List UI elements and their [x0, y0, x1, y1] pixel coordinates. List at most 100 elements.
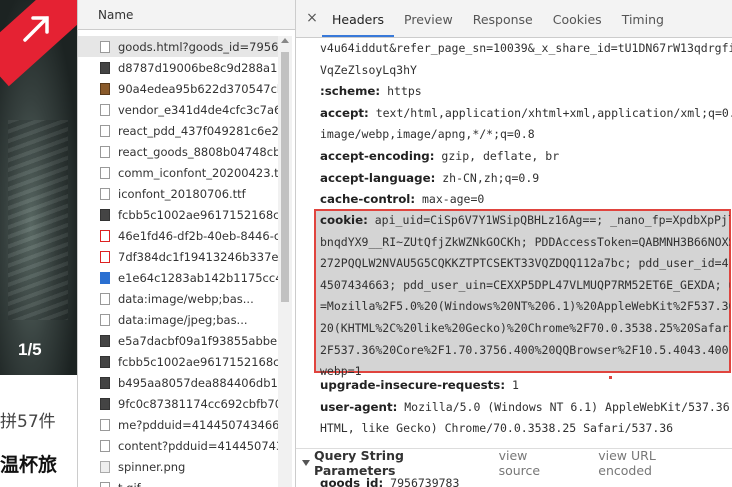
request-name: me?pdduid=4144507434663 [118, 417, 278, 432]
request-name: 9fc0c87381174cc692cbfb70db [118, 396, 278, 411]
header-value: max-age=0 [422, 192, 485, 207]
file-icon [100, 313, 110, 326]
expand-triangle-icon[interactable] [302, 459, 310, 466]
header-line: 20(KHTML%2C%20like%20Gecko)%20Chrome%2F7… [320, 318, 730, 340]
file-icon [100, 334, 110, 347]
request-row[interactable]: e1e64c1283ab142b1175cc4e9e [78, 267, 278, 288]
request-row[interactable]: content?pdduid=4144507434... [78, 435, 278, 456]
request-row[interactable]: iconfont_20180706.ttf [78, 183, 278, 204]
request-headers-top: v4u64iddut&refer_page_sn=10039&_x_share_… [320, 38, 732, 211]
tab-response[interactable]: Response [463, 0, 543, 37]
header-line: =Mozilla%2F5.0%20(Windows%20NT%206.1)%20… [320, 296, 730, 318]
request-row[interactable]: b495aa8057dea884406db12300 [78, 372, 278, 393]
header-line: 4507434663; pdd_user_uin=CEXXP5DPL47VLMU… [320, 275, 730, 297]
scroll-thumb[interactable] [281, 52, 289, 302]
tab-preview[interactable]: Preview [394, 0, 463, 37]
request-row[interactable]: spinner.png [78, 456, 278, 477]
request-row[interactable]: data:image/jpeg;bas... [78, 309, 278, 330]
header-line: upgrade-insecure-requests: 1 [320, 375, 732, 397]
request-name: data:image/webp;bas... [118, 291, 254, 306]
header-name: upgrade-insecure-requests: [320, 378, 506, 392]
file-icon [100, 439, 110, 452]
request-name: e1e64c1283ab142b1175cc4e9e [118, 270, 278, 285]
header-line: HTML, like Gecko) Chrome/70.0.3538.25 Sa… [320, 418, 732, 440]
tab-timing[interactable]: Timing [612, 0, 674, 37]
request-row[interactable]: t.gif [78, 477, 278, 487]
header-line: cookie: api_uid=CiSp6V7Y1WSipQBHLz16Ag==… [320, 210, 730, 232]
image-counter: 1/5 [18, 340, 42, 359]
file-icon [100, 61, 110, 74]
request-name: react_goods_8808b04748cb44.js [118, 144, 278, 159]
header-line: accept: text/html,application/xhtml+xml,… [320, 103, 732, 125]
view-url-encoded-link[interactable]: view URL encoded [598, 448, 697, 478]
header-line: image/webp,image/apng,*/*;q=0.8 [320, 124, 732, 146]
request-headers-bottom: upgrade-insecure-requests: 1 user-agent: … [320, 375, 732, 440]
file-icon [100, 460, 110, 473]
file-icon [100, 250, 110, 263]
share-arrow-icon [23, 16, 49, 42]
request-row[interactable]: 46e1fd46-df2b-40eb-8446-cfe [78, 225, 278, 246]
scroll-up-arrow-icon[interactable] [281, 38, 289, 43]
request-name: t.gif [118, 481, 141, 487]
detail-tabs: × Headers Preview Response Cookies Timin… [296, 0, 732, 38]
request-name: iconfont_20180706.ttf [118, 186, 246, 201]
request-name: spinner.png [118, 459, 186, 474]
request-row[interactable]: react_pdd_437f049281c6e26b.js [78, 120, 278, 141]
query-param-row: goods_id: 7956739783 [320, 476, 459, 487]
request-row[interactable]: 9fc0c87381174cc692cbfb70db [78, 393, 278, 414]
close-icon[interactable]: × [302, 0, 322, 37]
request-list-header[interactable]: Name [78, 0, 295, 30]
file-icon [100, 292, 110, 305]
request-name: content?pdduid=4144507434... [118, 438, 278, 453]
request-name: fcbb5c1002ae9617152168c57.jpg [118, 354, 278, 369]
header-value: =Mozilla%2F5.0%20(Windows%20NT%206.1)%20… [320, 299, 730, 314]
header-line: VqZeZlsoyLq3hY [320, 60, 732, 82]
request-row[interactable]: data:image/webp;bas... [78, 288, 278, 309]
header-value: text/html,application/xhtml+xml,applicat… [375, 105, 732, 120]
header-value: VqZeZlsoyLq3hY [320, 62, 417, 77]
product-page-strip: 1/5 拼57件 温杯旅 [0, 0, 77, 487]
request-detail: × Headers Preview Response Cookies Timin… [296, 0, 732, 487]
request-name: 7df384dc1f19413246b337e61c [118, 249, 278, 264]
header-value: image/webp,image/apng,*/*;q=0.8 [320, 127, 535, 142]
header-value: 20(KHTML%2C%20like%20Gecko)%20Chrome%2F7… [320, 320, 730, 335]
query-string-title[interactable]: Query String Parameters [314, 448, 465, 478]
request-name: comm_iconfont_20200423.ttf [118, 165, 278, 180]
tab-cookies[interactable]: Cookies [543, 0, 612, 37]
query-string-section[interactable]: Query String Parameters view source view… [296, 448, 732, 478]
file-icon [100, 166, 110, 179]
request-row[interactable]: goods.html?goods_id=7956739783 [78, 36, 278, 57]
file-icon [100, 481, 110, 487]
request-name: react_pdd_437f049281c6e26b.js [118, 123, 278, 138]
view-source-link[interactable]: view source [499, 448, 563, 478]
request-name: 90a4edea95b622d370547cb9f7a [118, 81, 278, 96]
header-name: user-agent: [320, 399, 398, 414]
header-value: zh-CN,zh;q=0.9 [442, 170, 540, 185]
request-row[interactable]: 7df384dc1f19413246b337e61c [78, 246, 278, 267]
tab-headers[interactable]: Headers [322, 0, 395, 37]
header-name: accept-encoding: [320, 148, 435, 163]
request-row[interactable]: comm_iconfont_20200423.ttf [78, 162, 278, 183]
header-line: 2F537.36%20Core%2F1.70.3756.400%20QQBrow… [320, 340, 730, 362]
header-value: HTML, like Gecko) Chrome/70.0.3538.25 Sa… [320, 421, 674, 436]
header-line: v4u64iddut&refer_page_sn=10039&_x_share_… [320, 38, 732, 60]
header-value: bnqdYX9__RI~ZUtQfjZkWZNkGOCKh; PDDAccess… [320, 234, 730, 249]
header-line: accept-encoding: gzip, deflate, br [320, 146, 732, 168]
request-row[interactable]: react_goods_8808b04748cb44.js [78, 141, 278, 162]
request-row[interactable]: me?pdduid=4144507434663 [78, 414, 278, 435]
header-line: cache-control: max-age=0 [320, 189, 732, 211]
request-row[interactable]: vendor_e341d4de4cfc3c7a69d.js [78, 99, 278, 120]
request-row[interactable]: 90a4edea95b622d370547cb9f7a [78, 78, 278, 99]
file-icon [100, 376, 110, 389]
header-value: https [387, 84, 422, 99]
product-title: 温杯旅 [0, 454, 58, 476]
file-icon [100, 40, 110, 53]
param-value: 7956739783 [390, 476, 460, 487]
request-row[interactable]: fcbb5c1002ae9617152168c57.jpg [78, 204, 278, 225]
request-name: data:image/jpeg;bas... [118, 312, 248, 327]
file-icon [100, 229, 110, 242]
request-list-scrollbar[interactable] [278, 36, 292, 487]
request-row[interactable]: d8787d19006be8c9d288a118660 [78, 57, 278, 78]
request-row[interactable]: fcbb5c1002ae9617152168c57.jpg [78, 351, 278, 372]
request-row[interactable]: e5a7dacbf09a1f93855abbe32e [78, 330, 278, 351]
